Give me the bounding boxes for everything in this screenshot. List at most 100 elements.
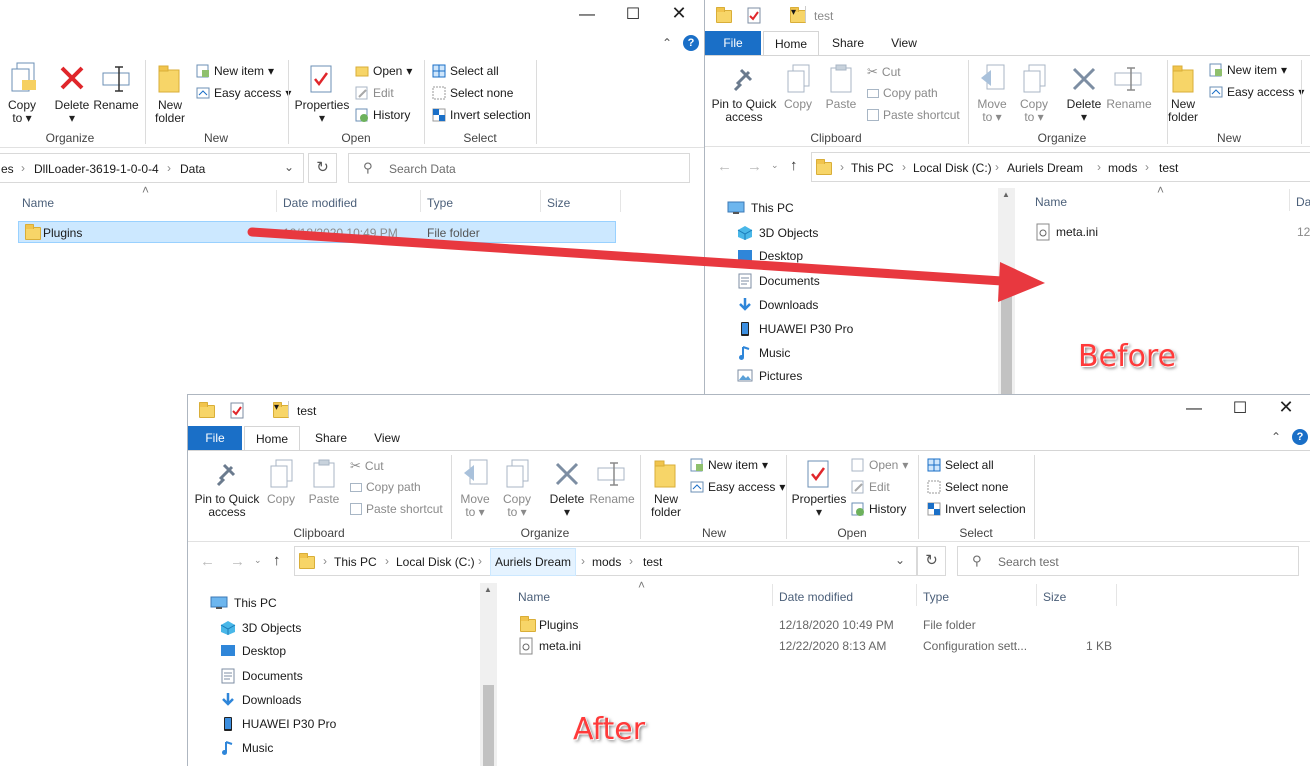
forward-button[interactable]: →: [747, 158, 762, 175]
breadcrumb-item[interactable]: es: [1, 162, 14, 176]
nav-item-documents[interactable]: Documents: [737, 273, 820, 289]
select-none-button[interactable]: Select none: [927, 480, 1008, 494]
easy-access-button[interactable]: Easy access ▾: [1209, 85, 1304, 99]
select-none-button[interactable]: Select none: [432, 86, 513, 100]
nav-item-this-pc[interactable]: This PC: [210, 596, 277, 610]
copy-button[interactable]: Copy: [264, 493, 298, 506]
column-divider[interactable]: [620, 190, 621, 212]
column-divider[interactable]: [772, 584, 773, 606]
open-button[interactable]: Open ▾: [355, 64, 412, 78]
properties-quick-icon[interactable]: [229, 402, 245, 420]
column-divider[interactable]: [1116, 584, 1117, 606]
easy-access-button[interactable]: Easy access ▾: [196, 86, 291, 100]
column-divider[interactable]: [916, 584, 917, 606]
address-bar[interactable]: › This PC › Local Disk (C:) › Auriels Dr…: [811, 152, 1310, 182]
cut-button[interactable]: ✂ Cut: [867, 64, 901, 80]
customize-toolbar-icon[interactable]: ▾: [274, 402, 279, 413]
tab-home[interactable]: Home: [763, 31, 819, 56]
maximize-button[interactable]: ☐: [610, 4, 656, 24]
customize-toolbar-icon[interactable]: ▾: [791, 7, 796, 18]
column-divider[interactable]: [420, 190, 421, 212]
breadcrumb-item[interactable]: Local Disk (C:): [396, 555, 475, 569]
breadcrumb-item[interactable]: Local Disk (C:): [913, 161, 992, 175]
history-button[interactable]: History: [355, 108, 410, 122]
history-button[interactable]: History: [851, 502, 906, 516]
rename-button[interactable]: Rename: [588, 493, 636, 506]
copy-to-button[interactable]: Copy to ▾: [498, 493, 536, 519]
breadcrumb-item[interactable]: This PC: [851, 161, 894, 175]
tab-file[interactable]: File: [705, 31, 761, 55]
nav-item-downloads[interactable]: Downloads: [737, 297, 818, 313]
tab-home[interactable]: Home: [244, 426, 300, 451]
column-header-name[interactable]: Name: [22, 196, 54, 210]
refresh-button[interactable]: ↻: [917, 546, 946, 576]
properties-button[interactable]: Properties ▾: [790, 493, 848, 519]
tab-file[interactable]: File: [188, 426, 242, 450]
breadcrumb-item-hovered[interactable]: Auriels Dream: [490, 548, 577, 576]
column-divider[interactable]: [1036, 584, 1037, 606]
move-to-button[interactable]: Move to ▾: [456, 493, 494, 519]
nav-item-music[interactable]: Music: [737, 345, 790, 361]
copy-path-button[interactable]: Copy path: [867, 86, 938, 100]
properties-quick-icon[interactable]: [746, 7, 762, 25]
help-icon[interactable]: ?: [1292, 429, 1308, 445]
new-item-button[interactable]: New item ▾: [196, 64, 274, 78]
chevron-down-icon[interactable]: ⌄: [895, 553, 905, 567]
nav-item-pictures[interactable]: Pictures: [737, 369, 802, 383]
invert-selection-button[interactable]: Invert selection: [432, 108, 531, 122]
recent-locations-icon[interactable]: ⌄: [771, 160, 779, 171]
delete-button[interactable]: Delete ▾: [1061, 98, 1107, 124]
easy-access-button[interactable]: Easy access ▾: [690, 480, 785, 494]
column-divider[interactable]: [276, 190, 277, 212]
nav-item-desktop[interactable]: Desktop: [220, 644, 286, 658]
file-row[interactable]: Plugins 12/18/2020 10:49 PM File folder: [518, 615, 1118, 635]
search-box[interactable]: ⚲ Search test: [957, 546, 1299, 576]
delete-button[interactable]: Delete ▾: [544, 493, 590, 519]
rename-button[interactable]: Rename: [1105, 98, 1153, 111]
nav-item-documents[interactable]: Documents: [220, 668, 303, 684]
scrollbar-thumb[interactable]: [483, 685, 494, 766]
copy-path-button[interactable]: Copy path: [350, 480, 421, 494]
nav-scrollbar[interactable]: ▲: [998, 188, 1015, 394]
pin-to-quick-access-button[interactable]: Pin to Quick access: [707, 98, 781, 124]
close-button[interactable]: ✕: [656, 3, 702, 24]
new-folder-button[interactable]: New folder: [148, 99, 192, 125]
nav-item-3d-objects[interactable]: 3D Objects: [220, 620, 301, 636]
file-row[interactable]: meta.ini 12/22/2020 8:13 AM Configuratio…: [518, 636, 1118, 656]
file-row-selected[interactable]: Plugins 12/18/2020 10:49 PM File folder: [18, 221, 616, 243]
maximize-button[interactable]: ☐: [1217, 398, 1263, 418]
back-button[interactable]: ←: [717, 158, 732, 175]
column-header-name[interactable]: Name: [518, 590, 550, 604]
edit-button[interactable]: Edit: [355, 86, 394, 100]
column-header-type[interactable]: Type: [427, 196, 453, 210]
paste-button[interactable]: Paste: [304, 493, 344, 506]
address-bar[interactable]: › This PC › Local Disk (C:) › Auriels Dr…: [294, 546, 917, 576]
column-header-size[interactable]: Size: [547, 196, 570, 210]
breadcrumb-item[interactable]: test: [1159, 161, 1178, 175]
nav-item-this-pc[interactable]: This PC: [727, 201, 794, 215]
new-folder-button[interactable]: New folder: [1161, 98, 1205, 124]
pin-to-quick-access-button[interactable]: Pin to Quick access: [190, 493, 264, 519]
select-all-button[interactable]: Select all: [927, 458, 994, 472]
collapse-ribbon-icon[interactable]: ⌃: [662, 36, 672, 50]
scrollbar-thumb[interactable]: [1001, 296, 1012, 394]
scroll-up-icon[interactable]: ▲: [1002, 190, 1010, 199]
column-divider[interactable]: [1289, 189, 1290, 211]
nav-item-downloads[interactable]: Downloads: [220, 692, 301, 708]
nav-item-phone[interactable]: HUAWEI P30 Pro: [220, 716, 336, 732]
scroll-up-icon[interactable]: ▲: [484, 585, 492, 594]
nav-scrollbar[interactable]: ▲: [480, 583, 497, 766]
copy-to-button[interactable]: Copy to ▾: [1015, 98, 1053, 124]
file-row[interactable]: meta.ini 12/: [1035, 222, 1310, 242]
minimize-button[interactable]: —: [1171, 400, 1217, 418]
new-folder-button[interactable]: New folder: [644, 493, 688, 519]
close-button[interactable]: ✕: [1263, 397, 1309, 418]
breadcrumb-item[interactable]: test: [643, 555, 662, 569]
breadcrumb-item[interactable]: This PC: [334, 555, 377, 569]
column-header-type[interactable]: Type: [923, 590, 949, 604]
up-button[interactable]: ↑: [790, 157, 798, 174]
breadcrumb-item[interactable]: DllLoader-3619-1-0-0-4: [34, 162, 159, 176]
rename-button[interactable]: Rename: [93, 99, 139, 112]
refresh-button[interactable]: ↻: [308, 153, 337, 183]
new-item-button[interactable]: New item ▾: [1209, 63, 1287, 77]
